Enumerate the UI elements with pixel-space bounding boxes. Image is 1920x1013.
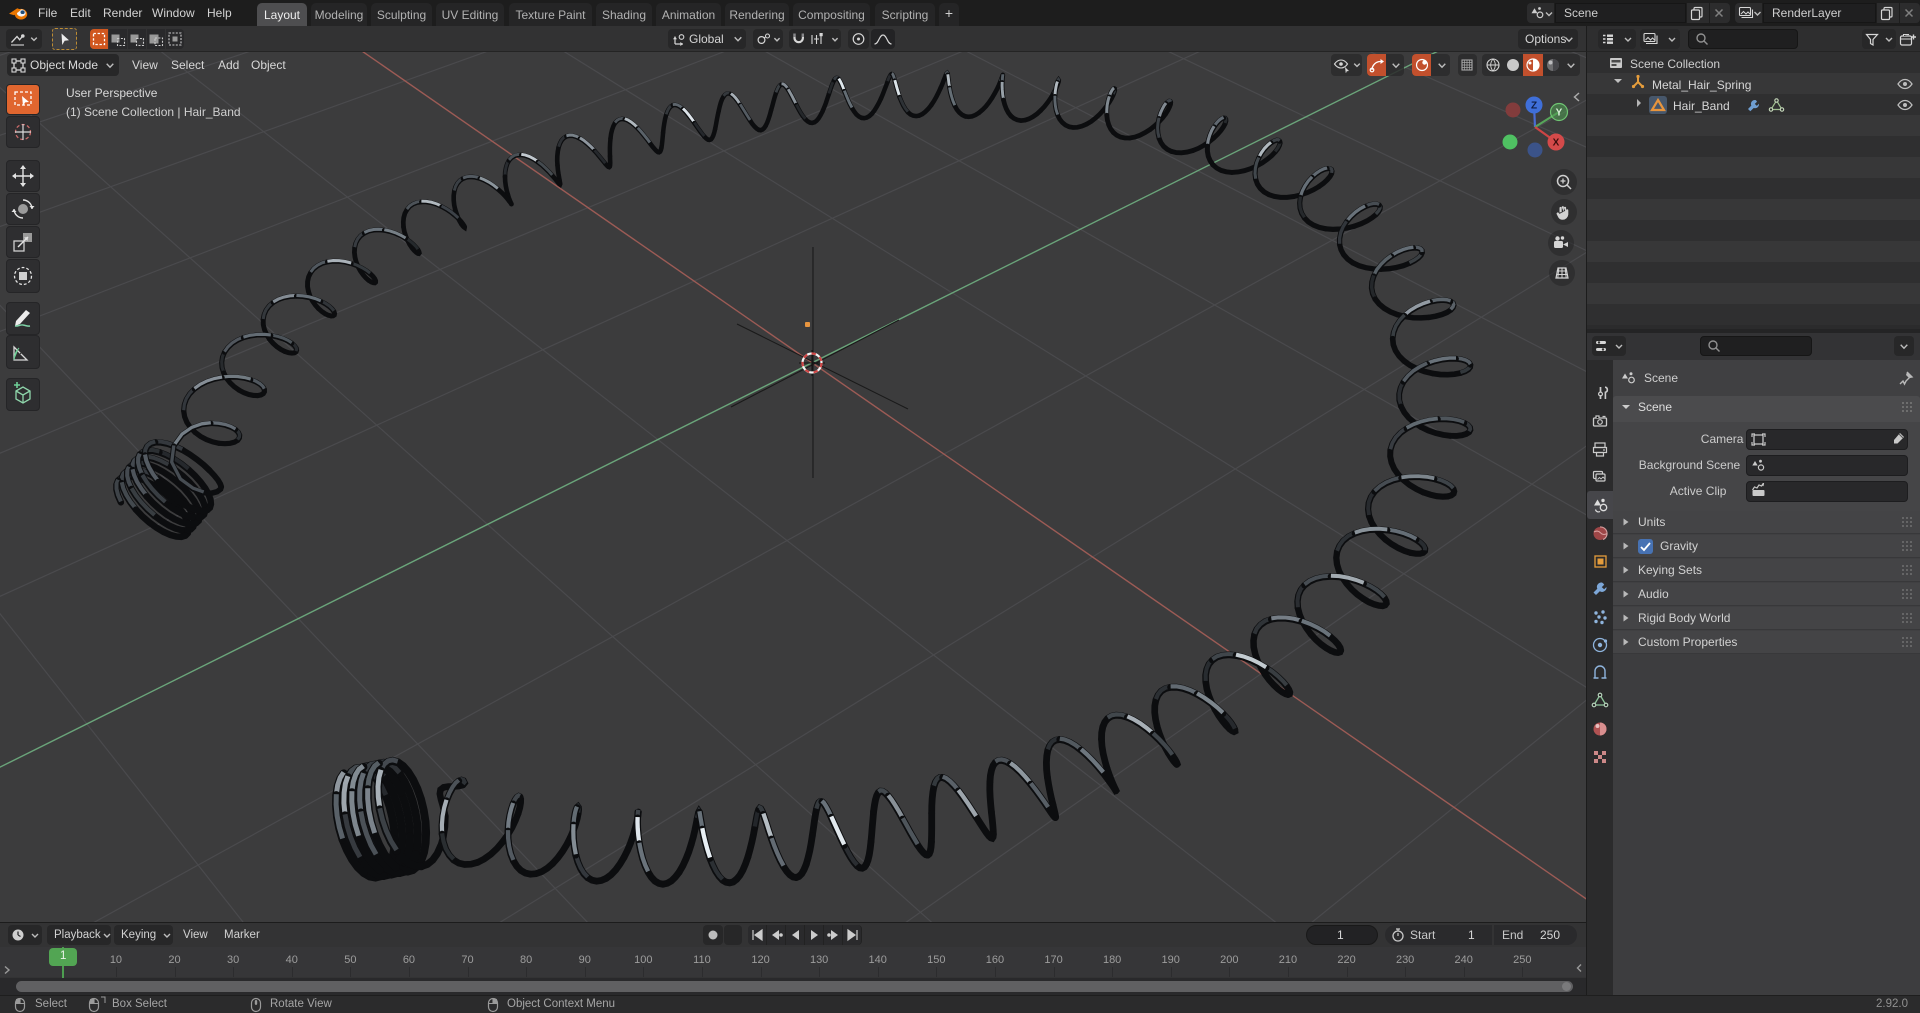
svg-text:Y: Y [1556, 108, 1563, 119]
svg-text:X: X [1553, 138, 1560, 149]
svg-text:Z: Z [1531, 101, 1537, 112]
